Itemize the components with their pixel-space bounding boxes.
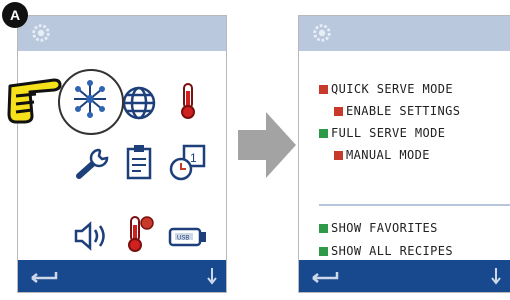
right-screen: QUICK SERVE MODE ENABLE SETTINGS FULL SE… bbox=[298, 15, 510, 293]
status-indicator-red bbox=[334, 151, 343, 160]
speaker-icon[interactable] bbox=[71, 216, 111, 256]
menu-item-full-serve[interactable]: FULL SERVE MODE bbox=[319, 126, 445, 140]
usb-drive-icon[interactable]: USB bbox=[168, 216, 208, 256]
clock-calendar-icon[interactable]: 1 bbox=[168, 142, 208, 182]
svg-text:USB: USB bbox=[177, 236, 189, 242]
back-arrow-icon[interactable] bbox=[311, 268, 341, 284]
menu-item-enable-settings[interactable]: ENABLE SETTINGS bbox=[334, 104, 460, 118]
bottom-bar bbox=[299, 260, 510, 292]
gear-icon[interactable] bbox=[30, 22, 52, 44]
status-indicator-red bbox=[319, 85, 328, 94]
transition-arrow bbox=[238, 112, 296, 178]
scroll-down-icon[interactable] bbox=[206, 266, 218, 286]
back-arrow-icon[interactable] bbox=[30, 268, 60, 284]
top-bar bbox=[18, 16, 226, 51]
globe-icon[interactable] bbox=[119, 83, 159, 123]
status-indicator-red bbox=[334, 107, 343, 116]
status-indicator-green bbox=[319, 129, 328, 138]
scroll-down-icon[interactable] bbox=[490, 266, 502, 286]
menu-item-quick-serve[interactable]: QUICK SERVE MODE bbox=[319, 82, 453, 96]
wrench-icon[interactable] bbox=[73, 144, 113, 184]
status-indicator-green bbox=[319, 247, 328, 256]
status-indicator-green bbox=[319, 224, 328, 233]
top-bar bbox=[299, 16, 510, 51]
thermometer-icon[interactable] bbox=[168, 81, 208, 121]
callout-badge: A bbox=[2, 2, 28, 28]
thermometer-alert-icon[interactable] bbox=[119, 213, 159, 253]
bottom-bar bbox=[18, 260, 226, 292]
pointing-hand-icon bbox=[7, 78, 62, 124]
clipboard-icon[interactable] bbox=[119, 142, 159, 182]
left-screen: 1 USB bbox=[17, 15, 227, 293]
gear-icon[interactable] bbox=[311, 22, 333, 44]
menu-item-show-favorites[interactable]: SHOW FAVORITES bbox=[319, 221, 438, 235]
menu-separator bbox=[319, 204, 510, 206]
menu-item-manual-mode[interactable]: MANUAL MODE bbox=[334, 148, 430, 162]
svg-text:1: 1 bbox=[190, 151, 197, 165]
menu-item-show-all-recipes[interactable]: SHOW ALL RECIPES bbox=[319, 244, 453, 258]
highlight-circle bbox=[58, 69, 124, 135]
